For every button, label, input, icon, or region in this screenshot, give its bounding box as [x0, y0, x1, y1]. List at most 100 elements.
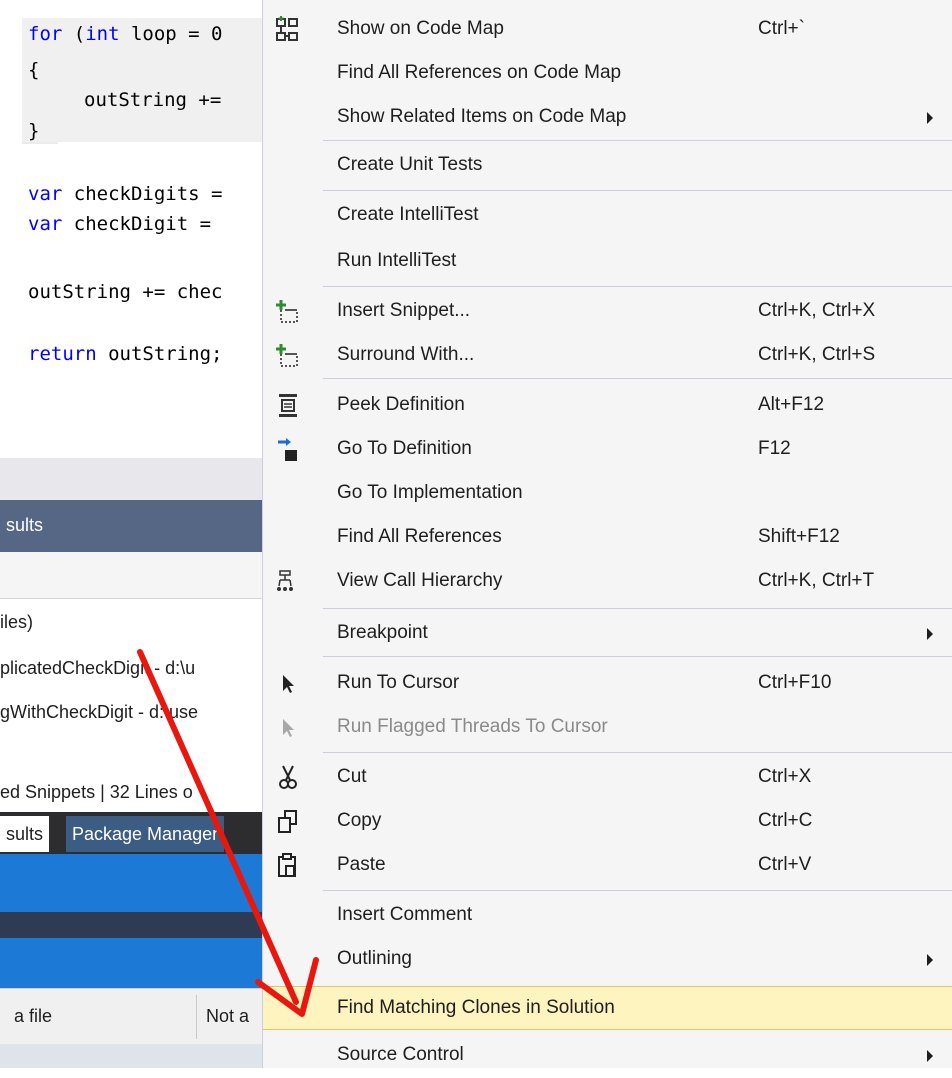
menu-item-shortcut: F12 [758, 438, 791, 459]
grid-divider [196, 995, 197, 1039]
menu-item-label: View Call Hierarchy [337, 570, 503, 591]
menu-item-run-intellitest[interactable]: Run IntelliTest [263, 240, 952, 284]
surround-with-icon [275, 342, 301, 370]
menu-item-label: Insert Comment [337, 904, 473, 925]
menu-separator [323, 286, 952, 287]
code-line: outString += chec [28, 281, 223, 303]
submenu-arrow-icon [927, 1050, 933, 1062]
menu-item-label: Go To Definition [337, 438, 472, 459]
menu-item-show-on-code-map[interactable]: Show on Code Map Ctrl+` [263, 8, 952, 52]
menu-item-label: Breakpoint [337, 622, 428, 643]
menu-item-shortcut: Ctrl+F10 [758, 672, 832, 693]
bottom-tab-strip: sults Package Manager [0, 812, 262, 854]
menu-item-go-to-implementation[interactable]: Go To Implementation [263, 472, 952, 516]
menu-item-label: Create IntelliTest [337, 204, 479, 225]
menu-item-paste[interactable]: Paste Ctrl+V [263, 844, 952, 888]
code-line: for (int loop = 0 [28, 23, 223, 45]
menu-item-label: Find All References [337, 526, 502, 547]
menu-item-shortcut: Ctrl+X [758, 766, 812, 787]
results-panel: iles) plicatedCheckDigit - d:\u gWithChe… [0, 552, 262, 774]
grid-row: a file Not a [0, 988, 262, 1046]
results-panel-title: sults [6, 515, 44, 535]
copy-icon [275, 808, 301, 836]
menu-item-label: Paste [337, 854, 386, 875]
menu-item-run-to-cursor[interactable]: Run To Cursor Ctrl+F10 [263, 662, 952, 706]
menu-item-label: Outlining [337, 948, 412, 969]
menu-item-label: Surround With... [337, 344, 475, 365]
menu-item-show-related-items-on-code-map[interactable]: Show Related Items on Code Map [263, 96, 952, 140]
menu-item-find-all-references[interactable]: Find All References Shift+F12 [263, 516, 952, 560]
menu-separator [323, 140, 952, 141]
menu-item-create-intellitest[interactable]: Create IntelliTest [263, 194, 952, 238]
menu-item-shortcut: Ctrl+K, Ctrl+T [758, 570, 875, 591]
status-text: ed Snippets | 32 Lines o [0, 782, 193, 802]
code-line: outString += [84, 89, 222, 111]
menu-item-label: Run Flagged Threads To Cursor [337, 716, 608, 737]
submenu-arrow-icon [927, 628, 933, 640]
insert-snippet-icon [275, 298, 301, 326]
tab-package-manager[interactable]: Package Manager [66, 816, 225, 852]
menu-item-find-matching-clones-in-solution[interactable]: Find Matching Clones in Solution [263, 986, 952, 1030]
menu-item-label: Copy [337, 810, 382, 831]
results-summary: iles) [0, 612, 34, 632]
results-panel-header: sults [0, 500, 262, 552]
menu-separator [323, 656, 952, 657]
window-area [0, 938, 262, 988]
menu-item-outlining[interactable]: Outlining [263, 938, 952, 982]
menu-separator [323, 608, 952, 609]
menu-item-shortcut: Ctrl+V [758, 854, 812, 875]
menu-item-find-all-references-on-code-map[interactable]: Find All References on Code Map [263, 52, 952, 96]
menu-item-shortcut: Ctrl+K, Ctrl+X [758, 300, 876, 321]
menu-item-label: Source Control [337, 1044, 464, 1065]
menu-item-source-control[interactable]: Source Control [263, 1034, 952, 1078]
menu-item-insert-snippet[interactable]: Insert Snippet... Ctrl+K, Ctrl+X [263, 290, 952, 334]
window-area [0, 912, 262, 938]
menu-item-label: Create Unit Tests [337, 154, 483, 175]
results-toolbar [0, 552, 262, 599]
menu-item-peek-definition[interactable]: Peek Definition Alt+F12 [263, 384, 952, 428]
code-line: var checkDigit = [28, 213, 212, 235]
code-line: var checkDigits = [28, 183, 223, 205]
menu-item-label: Run IntelliTest [337, 250, 457, 271]
call-hierarchy-icon [275, 568, 301, 596]
panel-splitter[interactable] [0, 458, 262, 500]
menu-item-label: Run To Cursor [337, 672, 460, 693]
menu-item-run-flagged-threads-to-cursor: Run Flagged Threads To Cursor [263, 706, 952, 750]
paste-icon [275, 852, 301, 880]
menu-item-label: Insert Snippet... [337, 300, 471, 321]
menu-item-shortcut: Shift+F12 [758, 526, 840, 547]
menu-separator [323, 890, 952, 891]
tab-results[interactable]: sults [0, 816, 50, 852]
code-editor[interactable]: for (int loop = 0 { outString += } var c… [0, 0, 262, 458]
panel-footer [0, 1044, 262, 1068]
menu-item-shortcut: Alt+F12 [758, 394, 825, 415]
menu-item-cut[interactable]: Cut Ctrl+X [263, 756, 952, 800]
grid-cell: Not a [206, 1006, 250, 1026]
menu-item-label: Show on Code Map [337, 18, 504, 39]
menu-item-label: Show Related Items on Code Map [337, 106, 627, 127]
submenu-arrow-icon [927, 112, 933, 124]
result-item[interactable]: gWithCheckDigit - d:\use [0, 702, 198, 723]
results-status: ed Snippets | 32 Lines o [0, 774, 262, 812]
menu-item-insert-comment[interactable]: Insert Comment [263, 894, 952, 938]
menu-item-label: Find Matching Clones in Solution [337, 997, 615, 1018]
menu-item-breakpoint[interactable]: Breakpoint [263, 612, 952, 656]
context-menu: Show on Code Map Ctrl+` Find All Referen… [262, 0, 952, 1068]
menu-separator [323, 752, 952, 753]
menu-item-go-to-definition[interactable]: Go To Definition F12 [263, 428, 952, 472]
menu-item-surround-with[interactable]: Surround With... Ctrl+K, Ctrl+S [263, 334, 952, 378]
result-item[interactable]: plicatedCheckDigit - d:\u [0, 658, 195, 679]
menu-item-create-unit-tests[interactable]: Create Unit Tests [263, 144, 952, 188]
window-area [0, 854, 262, 912]
menu-item-label: Cut [337, 766, 367, 787]
menu-item-shortcut: Ctrl+C [758, 810, 813, 831]
code-line: return outString; [28, 343, 223, 365]
code-map-icon [275, 16, 301, 44]
menu-item-copy[interactable]: Copy Ctrl+C [263, 800, 952, 844]
peek-definition-icon [275, 392, 301, 420]
cursor-icon [275, 670, 301, 698]
menu-item-label: Find All References on Code Map [337, 62, 622, 83]
menu-item-shortcut: Ctrl+` [758, 18, 805, 39]
cursor-icon [275, 714, 301, 742]
menu-item-view-call-hierarchy[interactable]: View Call Hierarchy Ctrl+K, Ctrl+T [263, 560, 952, 604]
